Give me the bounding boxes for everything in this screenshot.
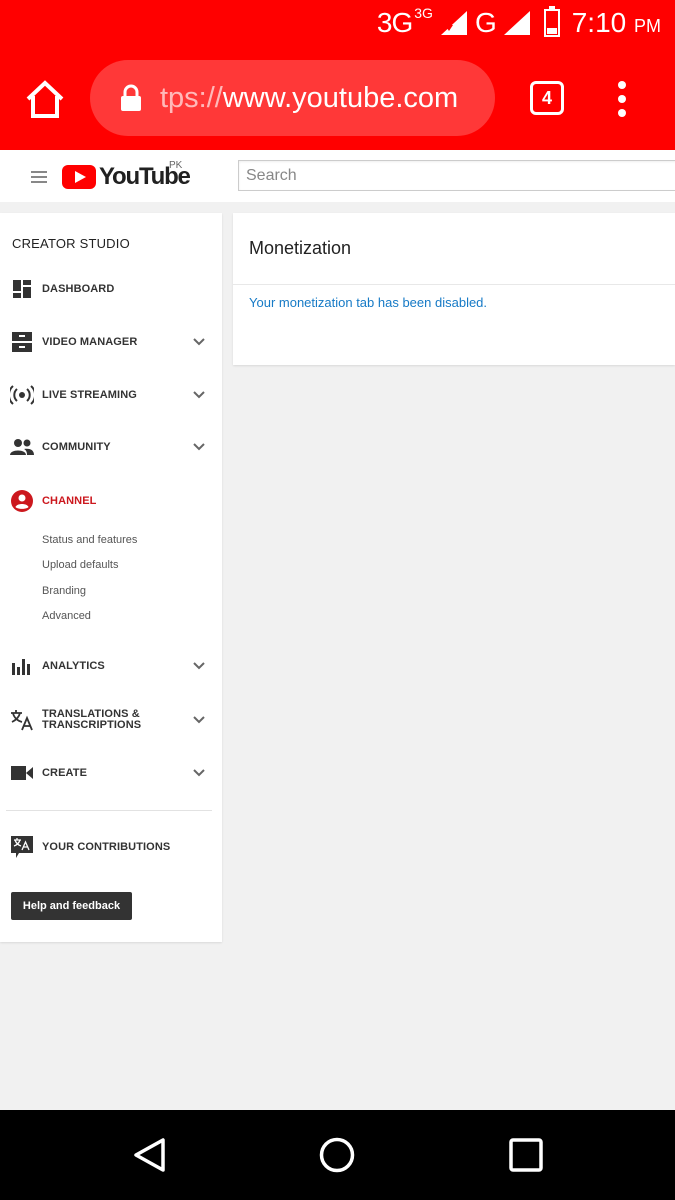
community-icon — [10, 435, 34, 459]
tab-switcher-button[interactable]: 4 — [530, 81, 564, 115]
network-type: 3G — [376, 7, 413, 38]
youtube-header: YouTube PK — [0, 150, 675, 202]
clock: 7:10 PM — [572, 7, 661, 39]
sidebar-item-live-streaming[interactable]: LIVE STREAMING — [0, 377, 222, 413]
sidebar-item-video-manager[interactable]: VIDEO MANAGER — [0, 324, 222, 360]
monetization-status-message: Your monetization tab has been disabled. — [249, 295, 488, 310]
signal-strength-icon — [440, 11, 467, 35]
search-input[interactable] — [238, 160, 675, 191]
sidebar-item-channel[interactable]: CHANNEL — [0, 483, 222, 519]
video-manager-icon — [10, 330, 34, 354]
translate-icon — [10, 708, 34, 732]
clock-time: 7:10 — [571, 7, 627, 38]
status-bar: 3G 3G G 7:10 PM — [0, 0, 675, 46]
sidebar-item-label: COMMUNITY — [42, 440, 111, 453]
android-navigation-bar — [0, 1110, 675, 1200]
card-divider — [233, 284, 675, 285]
help-feedback-button[interactable]: Help and feedback — [11, 892, 132, 920]
signal-strength-icon — [503, 11, 530, 35]
analytics-icon — [10, 654, 34, 678]
contributions-icon — [10, 835, 34, 859]
recent-apps-icon[interactable] — [508, 1137, 544, 1173]
browser-toolbar: tps://www.youtube.com 4 — [0, 60, 675, 136]
sidebar-item-community[interactable]: COMMUNITY — [0, 429, 222, 465]
sidebar-subitem-upload-defaults[interactable]: Upload defaults — [42, 559, 118, 571]
lock-icon — [121, 84, 141, 111]
chevron-down-icon[interactable] — [193, 391, 205, 399]
sidebar-item-create[interactable]: CREATE — [0, 755, 222, 791]
sidebar-item-label: VIDEO MANAGER — [42, 335, 138, 348]
sidebar-subitem-advanced[interactable]: Advanced — [42, 610, 91, 622]
sidebar-item-dashboard[interactable]: DASHBOARD — [0, 271, 222, 307]
status-indicators: 3G 3G G 7:10 PM — [376, 5, 661, 40]
sidebar-item-translations[interactable]: TRANSLATIONS & TRANSCRIPTIONS — [0, 702, 222, 738]
sidebar-item-label: LIVE STREAMING — [42, 388, 137, 401]
network-type-secondary: 3G — [414, 5, 433, 21]
sidebar-item-analytics[interactable]: ANALYTICS — [0, 648, 222, 684]
sidebar-item-label: TRANSLATIONS & TRANSCRIPTIONS — [42, 708, 142, 731]
more-options-icon[interactable] — [615, 80, 629, 118]
address-bar[interactable]: tps://www.youtube.com — [90, 60, 495, 136]
chevron-down-icon[interactable] — [193, 443, 205, 451]
hamburger-menu-icon[interactable] — [31, 170, 47, 184]
dashboard-icon — [10, 277, 34, 301]
creator-studio-sidebar: CREATOR STUDIO DASHBOARD VIDEO MANAGER L… — [0, 213, 222, 942]
tab-count: 4 — [541, 87, 552, 108]
sidebar-item-label: YOUR CONTRIBUTIONS — [42, 840, 171, 853]
sidebar-title: CREATOR STUDIO — [12, 236, 130, 251]
sidebar-item-label: DASHBOARD — [42, 282, 115, 295]
sidebar-subitem-branding[interactable]: Branding — [42, 585, 86, 597]
sidebar-item-label: CREATE — [42, 766, 88, 779]
url-scheme: tps:// — [160, 81, 223, 114]
home-circle-icon[interactable] — [319, 1137, 355, 1173]
url-host: www.youtube.com — [222, 81, 459, 114]
chevron-down-icon[interactable] — [193, 662, 205, 670]
country-code: PK — [169, 160, 183, 171]
page-title: Monetization — [249, 238, 352, 258]
sidebar-subitem-status-and-features[interactable]: Status and features — [42, 534, 137, 546]
battery-icon — [543, 6, 560, 37]
browser-chrome: 3G 3G G 7:10 PM tps://www.youtube.com 4 — [0, 0, 675, 150]
back-icon[interactable] — [132, 1137, 168, 1173]
chevron-down-icon[interactable] — [193, 716, 205, 724]
home-icon[interactable] — [24, 78, 66, 120]
video-camera-icon — [10, 761, 34, 785]
url-text[interactable]: tps://www.youtube.com — [160, 82, 458, 115]
sidebar-divider — [6, 810, 212, 811]
sidebar-item-label: CHANNEL — [42, 494, 97, 507]
network-type-g: G — [474, 7, 497, 38]
sidebar-item-your-contributions[interactable]: YOUR CONTRIBUTIONS — [0, 829, 222, 865]
youtube-play-icon — [62, 165, 96, 189]
chevron-down-icon[interactable] — [193, 338, 205, 346]
channel-icon — [10, 489, 34, 513]
live-streaming-icon — [10, 383, 34, 407]
chevron-down-icon[interactable] — [193, 769, 205, 777]
sidebar-item-label: ANALYTICS — [42, 659, 105, 672]
clock-suffix: PM — [634, 16, 661, 36]
monetization-card: Monetization Your monetization tab has b… — [233, 213, 675, 365]
